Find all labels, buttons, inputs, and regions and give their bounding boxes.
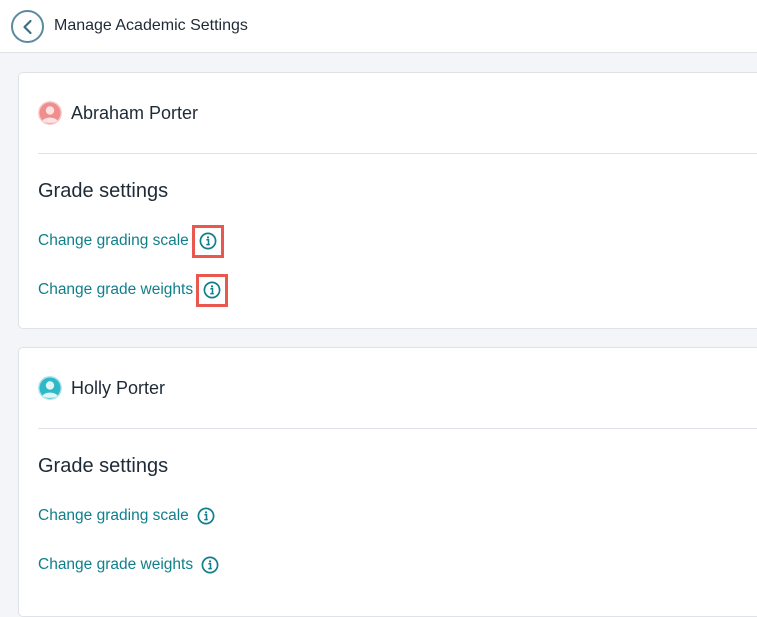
back-button[interactable] — [11, 10, 44, 43]
change-grade-weights-link[interactable]: Change grade weights — [38, 555, 193, 575]
info-icon — [197, 507, 215, 525]
change-grading-scale-link[interactable]: Change grading scale — [38, 231, 189, 251]
divider — [38, 428, 757, 429]
divider — [38, 153, 757, 154]
grading-scale-info-button[interactable] — [191, 224, 224, 258]
page-title: Manage Academic Settings — [54, 17, 248, 34]
grade-weights-row: Change grade weights — [38, 554, 222, 576]
grade-weights-row: Change grade weights — [38, 273, 229, 307]
info-icon — [203, 281, 221, 299]
top-header: Manage Academic Settings — [0, 0, 757, 53]
user-avatar-icon — [38, 376, 62, 400]
user-avatar-icon — [38, 101, 62, 125]
student-card-abraham-porter: Abraham Porter Grade settings Change gra… — [18, 72, 757, 329]
grading-scale-row: Change grading scale — [38, 224, 224, 258]
change-grade-weights-link[interactable]: Change grade weights — [38, 280, 193, 300]
student-name: Holly Porter — [71, 378, 166, 398]
chevron-left-icon — [22, 19, 32, 34]
grading-scale-info-button[interactable] — [194, 504, 218, 528]
grade-settings-heading: Grade settings — [38, 180, 169, 202]
change-grading-scale-link[interactable]: Change grading scale — [38, 506, 189, 526]
student-header: Holly Porter — [38, 375, 165, 401]
info-icon — [199, 232, 217, 250]
grade-weights-info-button[interactable] — [198, 553, 222, 577]
grade-weights-info-button[interactable] — [196, 273, 229, 307]
student-header: Abraham Porter — [38, 100, 198, 126]
student-name: Abraham Porter — [71, 103, 199, 123]
student-card-holly-porter: Holly Porter Grade settings Change gradi… — [18, 347, 757, 617]
grading-scale-row: Change grading scale — [38, 505, 218, 527]
info-icon — [201, 556, 219, 574]
grade-settings-heading: Grade settings — [38, 455, 169, 477]
